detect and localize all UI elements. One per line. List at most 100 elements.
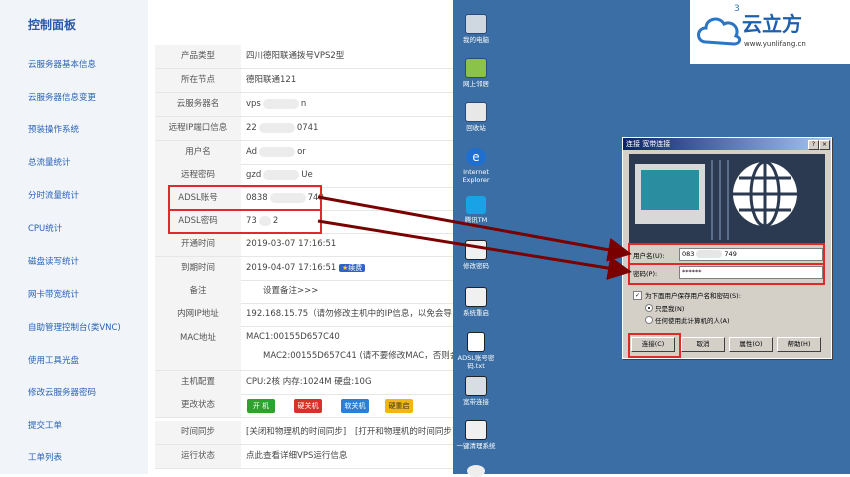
hard-restart-button[interactable]: 硬重启 xyxy=(385,399,413,413)
dialog-title: 连接 宽带连接 xyxy=(623,138,831,150)
sidebar-item-submit-ticket[interactable]: 提交工单 xyxy=(28,419,62,431)
highlight-box xyxy=(628,263,825,285)
cancel-button[interactable]: 取消 xyxy=(681,337,725,352)
row-label: 主机配置 xyxy=(155,371,241,394)
row-value: CPU:2核 内存:1024M 硬盘:10G xyxy=(246,377,372,387)
desktop-icon-label: 腾讯TM xyxy=(464,216,488,224)
desktop-icon-label: ADSL账号密码.txt xyxy=(457,354,495,370)
run-state-link[interactable]: 点此查看详细VPS运行信息 xyxy=(246,445,347,468)
value-part: 22 xyxy=(246,123,257,133)
row-value: 192.168.15.75（请勿修改主机中的IP信息，以免会导致无 xyxy=(246,309,452,319)
tm-icon xyxy=(466,196,486,214)
anyone-radio[interactable] xyxy=(645,316,653,324)
row-label: MAC地址 xyxy=(155,326,241,370)
partial-icon xyxy=(467,465,485,477)
desktop-icon-adsl-txt[interactable]: ADSL账号密码.txt xyxy=(453,332,499,370)
table-row: 内网IP地址 192.168.15.75（请勿修改主机中的IP信息，以免会导致无 xyxy=(155,303,453,327)
power-on-button[interactable]: 开 机 xyxy=(247,399,275,413)
value-part: 0741 xyxy=(296,123,319,133)
row-value: vps n xyxy=(246,93,306,116)
logo-url: www.yunlifang.cn xyxy=(744,40,806,48)
expire-value: 2019-04-07 17:16:51 xyxy=(246,263,337,273)
close-button[interactable]: × xyxy=(819,140,830,150)
row-label: 产品类型 xyxy=(155,45,241,68)
table-row: 用户名 Ad or xyxy=(155,141,453,165)
help-title-button[interactable]: ? xyxy=(808,140,819,150)
value-part: n xyxy=(300,99,307,109)
table-row: 时间同步 [关闭和物理机的时间同步] [打开和物理机的时间同步] xyxy=(155,421,455,445)
renew-button[interactable]: ★续费 xyxy=(338,264,366,272)
desktop-icon-cleanup[interactable]: 一键清理系统 xyxy=(456,420,496,450)
desktop-icon-restart[interactable]: 系统重启 xyxy=(456,287,496,317)
recycle-bin-icon xyxy=(465,102,487,122)
row-label: 远程密码 xyxy=(155,164,241,187)
brand-logo: 3 云立方 www.yunlifang.cn xyxy=(690,0,850,64)
desktop-icon-label: 回收站 xyxy=(466,124,486,132)
hard-shutdown-button[interactable]: 硬关机 xyxy=(294,399,322,413)
row-label: 运行状态 xyxy=(155,445,241,468)
value-part: or xyxy=(297,147,306,157)
row-label: 时间同步 xyxy=(155,421,241,444)
enable-time-sync-link[interactable]: [打开和物理机的时间同步] xyxy=(355,421,455,444)
desktop-icon-label: 一键清理系统 xyxy=(456,442,496,450)
table-row: 云服务器名 vps n xyxy=(155,93,453,117)
save-credentials-label: 为下面用户保存用户名和密码(S): xyxy=(645,292,741,300)
sidebar-item-cpu[interactable]: CPU统计 xyxy=(28,222,62,234)
highlight-box xyxy=(168,209,322,234)
soft-shutdown-button[interactable]: 软关机 xyxy=(341,399,369,413)
sidebar-item-vnc[interactable]: 自助管理控制台(类VNC) xyxy=(28,321,121,333)
anyone-label: 任何使用此计算机的人(A) xyxy=(655,317,730,325)
network-icon xyxy=(465,58,487,78)
highlight-box xyxy=(168,185,322,211)
cloud-logo-icon xyxy=(697,17,742,46)
sidebar-item-info-change[interactable]: 云服务器信息变更 xyxy=(28,91,96,103)
desktop-icon-recycle-bin[interactable]: 回收站 xyxy=(456,102,496,132)
sidebar-item-tool-cd[interactable]: 使用工具光盘 xyxy=(28,354,79,366)
sidebar-item-basic-info[interactable]: 云服务器基本信息 xyxy=(28,58,96,70)
sidebar-item-ticket-list[interactable]: 工单列表 xyxy=(28,451,62,463)
redacted-mask xyxy=(262,98,299,109)
row-label: 所在节点 xyxy=(155,69,241,92)
restart-icon xyxy=(465,287,487,307)
highlight-box xyxy=(628,243,825,265)
table-row: 备注 设置备注>>> xyxy=(155,280,453,304)
disable-time-sync-link[interactable]: [关闭和物理机的时间同步] xyxy=(246,421,346,444)
sidebar-item-change-password[interactable]: 修改云服务器密码 xyxy=(28,386,96,398)
only-me-label: 只是我(N) xyxy=(655,305,685,313)
desktop-icon-label: Internet Explorer xyxy=(462,168,490,184)
row-label: 内网IP地址 xyxy=(155,303,241,326)
desktop-icon-broadband[interactable]: 宽带连接 xyxy=(456,376,496,406)
sidebar-item-preinstall-os[interactable]: 预装操作系统 xyxy=(28,123,79,135)
sidebar-item-disk-io[interactable]: 磁盘读写统计 xyxy=(28,255,79,267)
logo-brand-text: 云立方 xyxy=(742,12,802,36)
sidebar-item-nic-bandwidth[interactable]: 网卡带宽统计 xyxy=(28,288,79,300)
renew-label: 续费 xyxy=(348,264,363,272)
row-value: Ad or xyxy=(246,141,306,164)
sidebar-item-time-traffic[interactable]: 分时流量统计 xyxy=(28,189,79,201)
desktop-icon-tm[interactable]: 腾讯TM xyxy=(456,196,496,224)
table-row: 远程IP端口信息 22 0741 xyxy=(155,117,453,141)
row-value: 德阳联通121 xyxy=(246,75,297,85)
save-credentials-checkbox[interactable]: ✓ xyxy=(633,291,642,300)
table-row: 更改状态 开 机 硬关机 软关机 硬重启 xyxy=(155,394,453,418)
logo-superscript: 3 xyxy=(734,4,740,14)
table-row: 到期时间 2019-04-07 17:16:51 ★续费 xyxy=(155,257,453,281)
connection-banner-icon xyxy=(629,154,825,244)
desktop-icon-my-computer[interactable]: 我的电脑 xyxy=(456,14,496,44)
only-me-radio[interactable] xyxy=(645,304,653,312)
table-row: 开通时间 2019-03-07 17:16:51 xyxy=(155,233,453,257)
redacted-mask xyxy=(263,169,300,180)
value-part: vps xyxy=(246,99,261,109)
sidebar-title: 控制面板 xyxy=(28,18,77,32)
sidebar: 控制面板 云服务器基本信息 云服务器信息变更 预装操作系统 总流量统计 分时流量… xyxy=(0,0,148,474)
password-icon xyxy=(465,240,487,260)
sidebar-item-total-traffic[interactable]: 总流量统计 xyxy=(28,156,71,168)
properties-button[interactable]: 属性(O) xyxy=(729,337,773,352)
redacted-mask xyxy=(259,146,296,157)
set-remark-link[interactable]: 设置备注>>> xyxy=(263,280,318,303)
broadband-icon xyxy=(465,376,487,396)
desktop-icon-ie[interactable]: e Internet Explorer xyxy=(456,148,496,184)
desktop-icon-change-password[interactable]: 修改密码 xyxy=(456,240,496,270)
help-button[interactable]: 帮助(H) xyxy=(777,337,821,352)
desktop-icon-network[interactable]: 网上邻居 xyxy=(456,58,496,88)
